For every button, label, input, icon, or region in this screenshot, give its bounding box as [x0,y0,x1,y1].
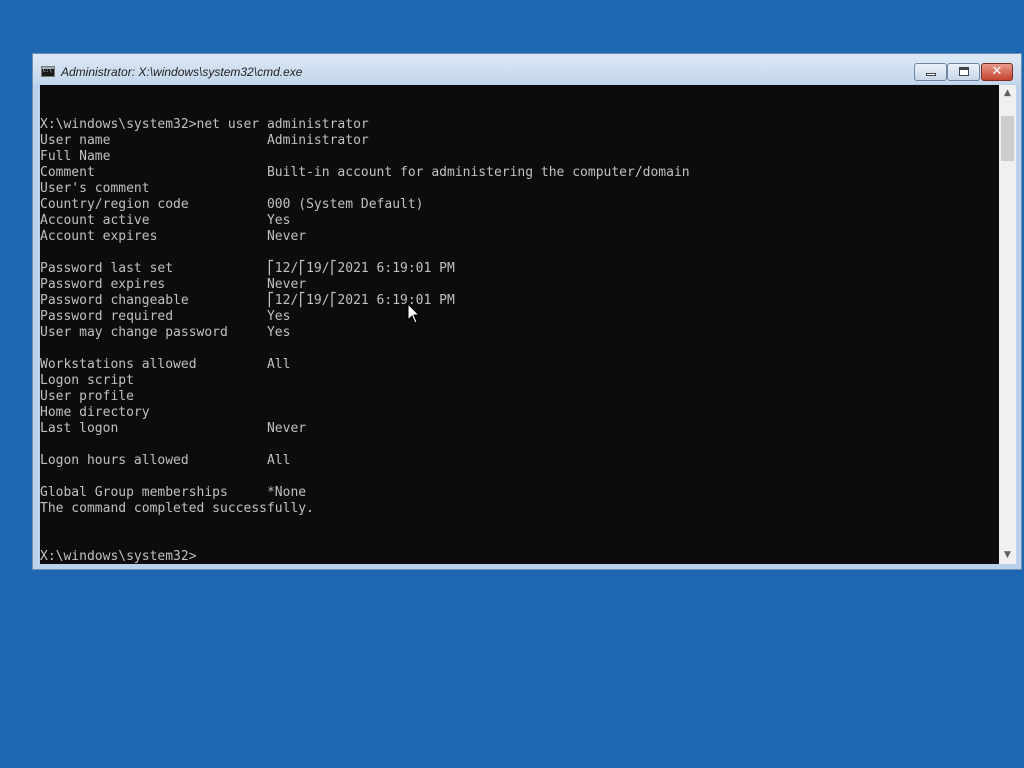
console-line: Password required Yes [40,309,291,324]
console-output-area[interactable]: X:\windows\system32>net user administrat… [40,85,999,564]
console-line: Account active Yes [40,213,291,228]
console-line: Password changeable ⎡12/⎡19/⎡2021 6:19:0… [40,293,455,308]
maximize-icon [959,67,969,76]
console-line: User profile [40,389,134,404]
mouse-pointer-icon [407,303,421,324]
console-line: Workstations allowed All [40,357,291,372]
console-line: Logon hours allowed All [40,453,291,468]
console-line: Account expires Never [40,229,307,244]
cmd-console-icon[interactable] [41,66,55,77]
console-text: X:\windows\system32>net user administrat… [40,117,690,564]
cmd-window[interactable]: Administrator: X:\windows\system32\cmd.e… [32,53,1022,570]
console-line: X:\windows\system32>net user administrat… [40,117,369,132]
close-icon: ✕ [991,64,1003,79]
scroll-thumb[interactable] [1001,116,1014,161]
console-line: Global Group memberships *None [40,485,307,500]
console-line: User's comment [40,181,150,196]
console-line: User name Administrator [40,133,369,148]
console-line: The command completed successfully. [40,501,314,516]
command-prompt[interactable]: X:\windows\system32> [40,549,197,564]
console-line: Home directory [40,405,150,420]
minimize-icon [926,73,936,76]
minimize-button[interactable] [914,63,947,81]
close-button[interactable]: ✕ [981,63,1013,81]
console-line: Full Name [40,149,111,164]
console-line: Country/region code 000 (System Default) [40,197,424,212]
vertical-scrollbar[interactable]: ▲ ▼ [999,85,1016,564]
console-line: User may change password Yes [40,325,291,340]
scroll-up-arrow-icon[interactable]: ▲ [999,85,1016,102]
title-bar[interactable]: Administrator: X:\windows\system32\cmd.e… [33,54,1021,84]
console-line: Last logon Never [40,421,307,436]
maximize-button[interactable] [947,63,980,81]
console-line: Logon script [40,373,134,388]
scroll-down-arrow-icon[interactable]: ▼ [999,547,1016,564]
window-title: Administrator: X:\windows\system32\cmd.e… [61,65,303,79]
console-line: Password last set ⎡12/⎡19/⎡2021 6:19:01 … [40,261,455,276]
console-line: Password expires Never [40,277,307,292]
console-line: Comment Built-in account for administeri… [40,165,690,180]
